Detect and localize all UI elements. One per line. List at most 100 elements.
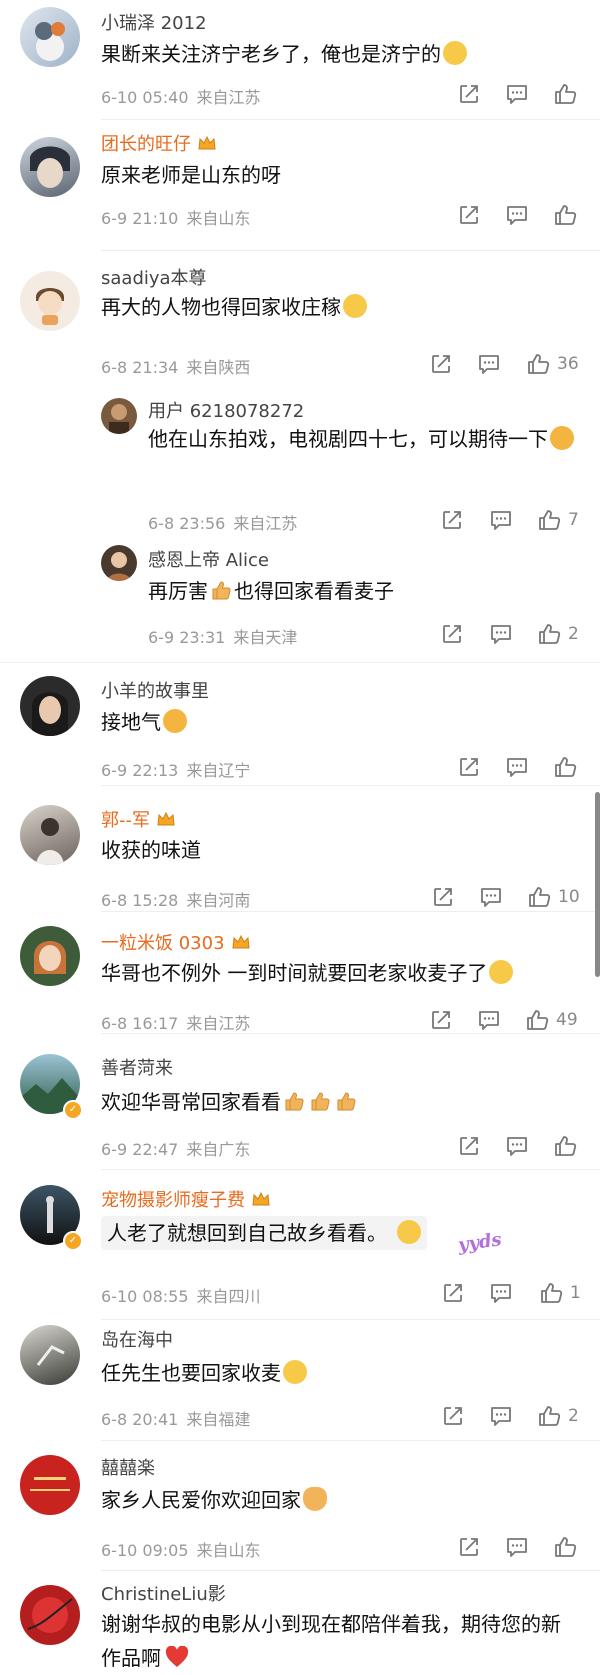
like-button[interactable]: 7 bbox=[538, 508, 579, 532]
comment-location: 来自江苏 bbox=[186, 1014, 251, 1033]
username[interactable]: 宠物摄影师瘦子费 bbox=[101, 1186, 271, 1212]
like-button[interactable]: 10 bbox=[528, 885, 580, 909]
like-count: 1 bbox=[570, 1283, 581, 1303]
like-button[interactable] bbox=[554, 1535, 578, 1559]
like-button[interactable]: 2 bbox=[538, 622, 579, 646]
avatar[interactable] bbox=[20, 1325, 80, 1385]
like-button[interactable] bbox=[554, 203, 578, 227]
username-text: 宠物摄影师瘦子费 bbox=[101, 1190, 245, 1211]
share-button[interactable] bbox=[432, 886, 454, 908]
share-button[interactable] bbox=[430, 353, 452, 375]
comment-button[interactable] bbox=[506, 1135, 528, 1157]
comment-meta: 6-8 23:56 来自江苏 bbox=[148, 510, 297, 534]
username[interactable]: 岛在海中 bbox=[101, 1326, 173, 1352]
share-button[interactable] bbox=[458, 204, 480, 226]
comment-button[interactable] bbox=[478, 1009, 500, 1031]
comment-item: 岛在海中 任先生也要回家收麦 6-8 20:41 来自福建 2 bbox=[0, 1320, 600, 1441]
comment-location: 来自广东 bbox=[186, 1140, 251, 1159]
thumbs-up-emoji-icon bbox=[285, 1092, 304, 1111]
comment-item: saadiya本尊 再大的人物也得回家收庄稼 6-8 21:34 来自陕西 36 bbox=[0, 251, 600, 381]
avatar[interactable] bbox=[20, 676, 80, 736]
share-button[interactable] bbox=[441, 623, 463, 645]
comment-meta: 6-8 16:17 来自江苏 bbox=[101, 1010, 250, 1034]
like-button[interactable] bbox=[554, 82, 578, 106]
comment-button[interactable] bbox=[506, 204, 528, 226]
username[interactable]: 小瑞泽 2012 bbox=[101, 9, 207, 35]
like-button[interactable]: 36 bbox=[527, 352, 579, 376]
share-button[interactable] bbox=[458, 83, 480, 105]
username[interactable]: 囍囍楽 bbox=[101, 1454, 155, 1480]
comment-time: 6-9 23:31 bbox=[148, 628, 226, 647]
comment-time: 6-9 22:13 bbox=[101, 761, 179, 780]
username[interactable]: 团长的旺仔 bbox=[101, 130, 217, 156]
username[interactable]: ChristineLiu影 bbox=[101, 1580, 226, 1606]
like-icon bbox=[555, 1537, 577, 1557]
avatar[interactable] bbox=[101, 545, 137, 581]
comment-button[interactable] bbox=[506, 83, 528, 105]
avatar[interactable] bbox=[101, 398, 137, 434]
comment-location: 来自山东 bbox=[196, 1541, 261, 1560]
avatar[interactable] bbox=[20, 7, 80, 67]
thumbs-up-emoji-icon bbox=[337, 1092, 356, 1111]
comment-location: 来自天津 bbox=[233, 628, 298, 647]
comment-button[interactable] bbox=[478, 353, 500, 375]
comment-button[interactable] bbox=[490, 1282, 512, 1304]
like-button[interactable]: 1 bbox=[540, 1281, 581, 1305]
username[interactable]: 一粒米饭 0303 bbox=[101, 929, 251, 955]
share-button[interactable] bbox=[458, 1135, 480, 1157]
comment-item: 小瑞泽 2012 果断来关注济宁老乡了，俺也是济宁的 6-10 05:40 来自江… bbox=[0, 0, 600, 120]
share-button[interactable] bbox=[458, 756, 480, 778]
share-button[interactable] bbox=[458, 1536, 480, 1558]
username[interactable]: 郭--军 bbox=[101, 806, 176, 832]
comment-button[interactable] bbox=[490, 623, 512, 645]
avatar[interactable] bbox=[20, 137, 80, 197]
comment-icon bbox=[507, 758, 527, 777]
username[interactable]: saadiya本尊 bbox=[101, 264, 207, 290]
comment-icon bbox=[507, 1538, 527, 1557]
share-button[interactable] bbox=[442, 1405, 464, 1427]
comment-button[interactable] bbox=[490, 509, 512, 531]
share-icon bbox=[460, 85, 478, 103]
avatar[interactable] bbox=[20, 805, 80, 865]
comment-text-content: 华哥也不例外 一到时间就要回老家收麦子了 bbox=[101, 961, 488, 985]
heart-emoji-icon bbox=[165, 1646, 189, 1667]
comment-item: ChristineLiu影 谢谢华叔的电影从小到现在都陪伴着我，期待您的新作品啊 bbox=[0, 1570, 600, 1670]
comment-location: 来自陕西 bbox=[186, 358, 251, 377]
comment-button[interactable] bbox=[506, 756, 528, 778]
comment-text-content: 人老了就想回到自己故乡看看。 bbox=[107, 1221, 387, 1245]
like-button[interactable]: 49 bbox=[526, 1008, 578, 1032]
share-button[interactable] bbox=[442, 1282, 464, 1304]
comment-text-content: 家乡人民爱你欢迎回家 bbox=[101, 1488, 301, 1512]
avatar[interactable] bbox=[20, 1585, 80, 1645]
scrollbar[interactable] bbox=[595, 792, 600, 977]
like-icon bbox=[529, 887, 551, 907]
comment-time: 6-8 20:41 bbox=[101, 1410, 179, 1429]
share-button[interactable] bbox=[441, 509, 463, 531]
share-button[interactable] bbox=[430, 1009, 452, 1031]
username[interactable]: 用户 6218078272 bbox=[148, 397, 304, 423]
like-button[interactable]: 2 bbox=[538, 1404, 579, 1428]
like-button[interactable] bbox=[554, 1134, 578, 1158]
avatar[interactable] bbox=[20, 271, 80, 331]
comment-icon bbox=[507, 1137, 527, 1156]
comment-icon bbox=[491, 1407, 511, 1426]
username[interactable]: 小羊的故事里 bbox=[101, 677, 209, 703]
comment-time: 6-10 09:05 bbox=[101, 1541, 189, 1560]
like-button[interactable] bbox=[554, 755, 578, 779]
avatar[interactable] bbox=[20, 926, 80, 986]
comment-button[interactable] bbox=[480, 886, 502, 908]
username[interactable]: 感恩上帝 Alice bbox=[148, 546, 269, 572]
comment-meta: 6-9 22:13 来自辽宁 bbox=[101, 757, 250, 781]
like-count: 7 bbox=[568, 510, 579, 530]
like-icon bbox=[555, 84, 577, 104]
comment-location: 来自江苏 bbox=[233, 514, 298, 533]
avatar[interactable] bbox=[20, 1455, 80, 1515]
like-icon bbox=[539, 510, 561, 530]
crown-badge-icon bbox=[252, 1191, 270, 1206]
comment-button[interactable] bbox=[490, 1405, 512, 1427]
comment-text: 他在山东拍戏，电视剧四十七，可以期待一下 bbox=[148, 422, 580, 456]
like-icon bbox=[555, 205, 577, 225]
comment-button[interactable] bbox=[506, 1536, 528, 1558]
username[interactable]: 善者菏来 bbox=[101, 1054, 173, 1080]
share-icon bbox=[432, 1011, 450, 1029]
